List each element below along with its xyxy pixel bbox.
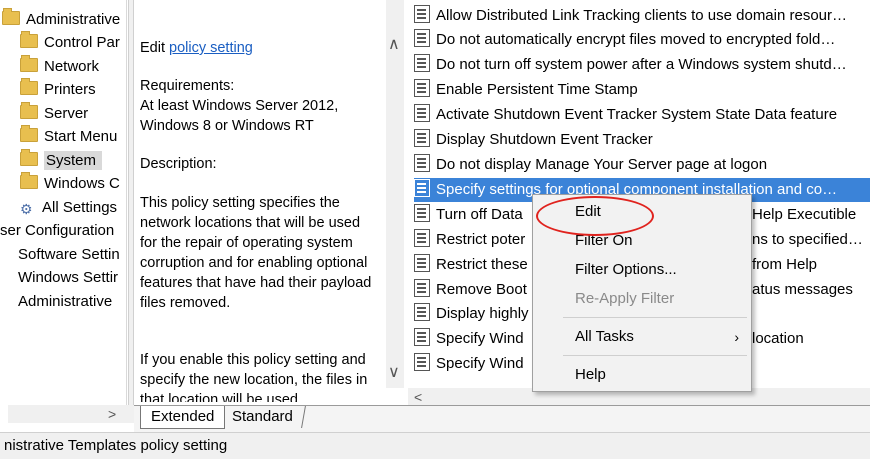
description-paragraph-2: If you enable this policy setting and sp…	[140, 352, 368, 402]
chevron-down-icon[interactable]: ∨	[388, 362, 400, 382]
policy-icon	[414, 179, 430, 197]
tree-item-all-settings[interactable]: ⚙ All Settings	[20, 197, 117, 219]
menu-item-all-tasks[interactable]: All Tasks ›	[533, 324, 751, 350]
folder-icon	[20, 78, 38, 95]
description-pane: Edit policy setting Requirements: At lea…	[136, 0, 382, 402]
chevron-up-icon[interactable]: ∧	[388, 34, 400, 54]
policy-icon	[414, 328, 430, 346]
tree-item-system[interactable]: System	[20, 149, 103, 172]
tree-item-software-settings[interactable]: Software Settin	[18, 244, 120, 266]
tab-extended[interactable]: Extended	[140, 406, 226, 429]
status-bar: nistrative Templates policy setting	[0, 432, 870, 459]
chevron-left-icon[interactable]: <	[414, 388, 422, 406]
requirements-line-2: Windows 8 or Windows RT	[140, 118, 314, 134]
edit-policy-link[interactable]: policy setting	[169, 40, 253, 56]
policy-icon	[414, 104, 430, 122]
edit-policy-line: Edit policy setting	[140, 40, 253, 56]
description-paragraph-1: This policy setting specifies the networ…	[140, 195, 372, 311]
pane-splitter[interactable]	[128, 0, 134, 405]
description-scrollbar[interactable]: ∧ ∨	[386, 0, 404, 388]
list-item[interactable]: Do not turn off system power after a Win…	[414, 53, 870, 77]
tree-item-windows-components[interactable]: Windows C	[20, 172, 120, 195]
policy-icon	[414, 303, 430, 321]
tree-item-printers[interactable]: Printers	[20, 78, 96, 101]
tree-item-administrative-templates[interactable]: Administrative	[18, 291, 112, 313]
policy-icon	[414, 54, 430, 72]
policy-icon	[414, 5, 430, 23]
requirements-line-1: At least Windows Server 2012,	[140, 98, 339, 114]
menu-item-help[interactable]: Help	[533, 362, 751, 388]
policy-icon	[414, 79, 430, 97]
folder-icon	[20, 149, 38, 166]
chevron-right-icon: ›	[734, 329, 739, 345]
description-title: Description:	[140, 156, 217, 172]
tree-item-user-configuration[interactable]: ser Configuration	[0, 220, 114, 242]
policy-icon	[414, 229, 430, 247]
menu-separator	[563, 355, 747, 356]
status-text: nistrative Templates policy setting	[4, 437, 228, 454]
policy-icon	[414, 279, 430, 297]
tab-standard[interactable]: Standard	[220, 406, 306, 428]
edit-highlight-circle	[536, 196, 654, 236]
policy-icon	[414, 353, 430, 371]
tree-item-control-panel[interactable]: Control Par	[20, 31, 120, 54]
folder-icon	[20, 31, 38, 48]
tree-item-administrative[interactable]: Administrative	[2, 8, 120, 31]
tree-pane[interactable]: Administrative Control Par Network Print…	[0, 0, 127, 405]
settings-icon: ⚙	[20, 201, 33, 217]
list-item[interactable]: Do not automatically encrypt files moved…	[414, 28, 870, 52]
chevron-right-icon[interactable]: >	[108, 405, 116, 423]
tree-item-start-menu[interactable]: Start Menu	[20, 125, 117, 148]
tree-horizontal-scrollbar[interactable]: >	[8, 405, 134, 423]
tree-item-windows-settings[interactable]: Windows Settir	[18, 267, 118, 289]
list-item[interactable]: Display Shutdown Event Tracker	[414, 128, 870, 152]
folder-icon	[20, 55, 38, 72]
menu-separator	[563, 317, 747, 318]
policy-icon	[414, 29, 430, 47]
requirements-title: Requirements:	[140, 78, 235, 94]
policy-icon	[414, 204, 430, 222]
policy-icon	[414, 129, 430, 147]
tree-item-server[interactable]: Server	[20, 102, 88, 125]
policy-icon	[414, 154, 430, 172]
folder-icon	[2, 8, 20, 25]
list-item[interactable]: Activate Shutdown Event Tracker System S…	[414, 103, 870, 127]
folder-icon	[20, 125, 38, 142]
menu-item-filter-options[interactable]: Filter Options...	[533, 257, 751, 283]
list-item[interactable]: Enable Persistent Time Stamp	[414, 78, 870, 102]
list-item[interactable]: Allow Distributed Link Tracking clients …	[414, 4, 870, 28]
view-tabs: Extended Standard	[134, 405, 870, 432]
list-item[interactable]: Do not display Manage Your Server page a…	[414, 153, 870, 177]
folder-icon	[20, 172, 38, 189]
folder-icon	[20, 102, 38, 119]
tree-item-network[interactable]: Network	[20, 55, 99, 78]
menu-item-reapply-filter: Re-Apply Filter	[575, 290, 675, 307]
policy-icon	[414, 254, 430, 272]
